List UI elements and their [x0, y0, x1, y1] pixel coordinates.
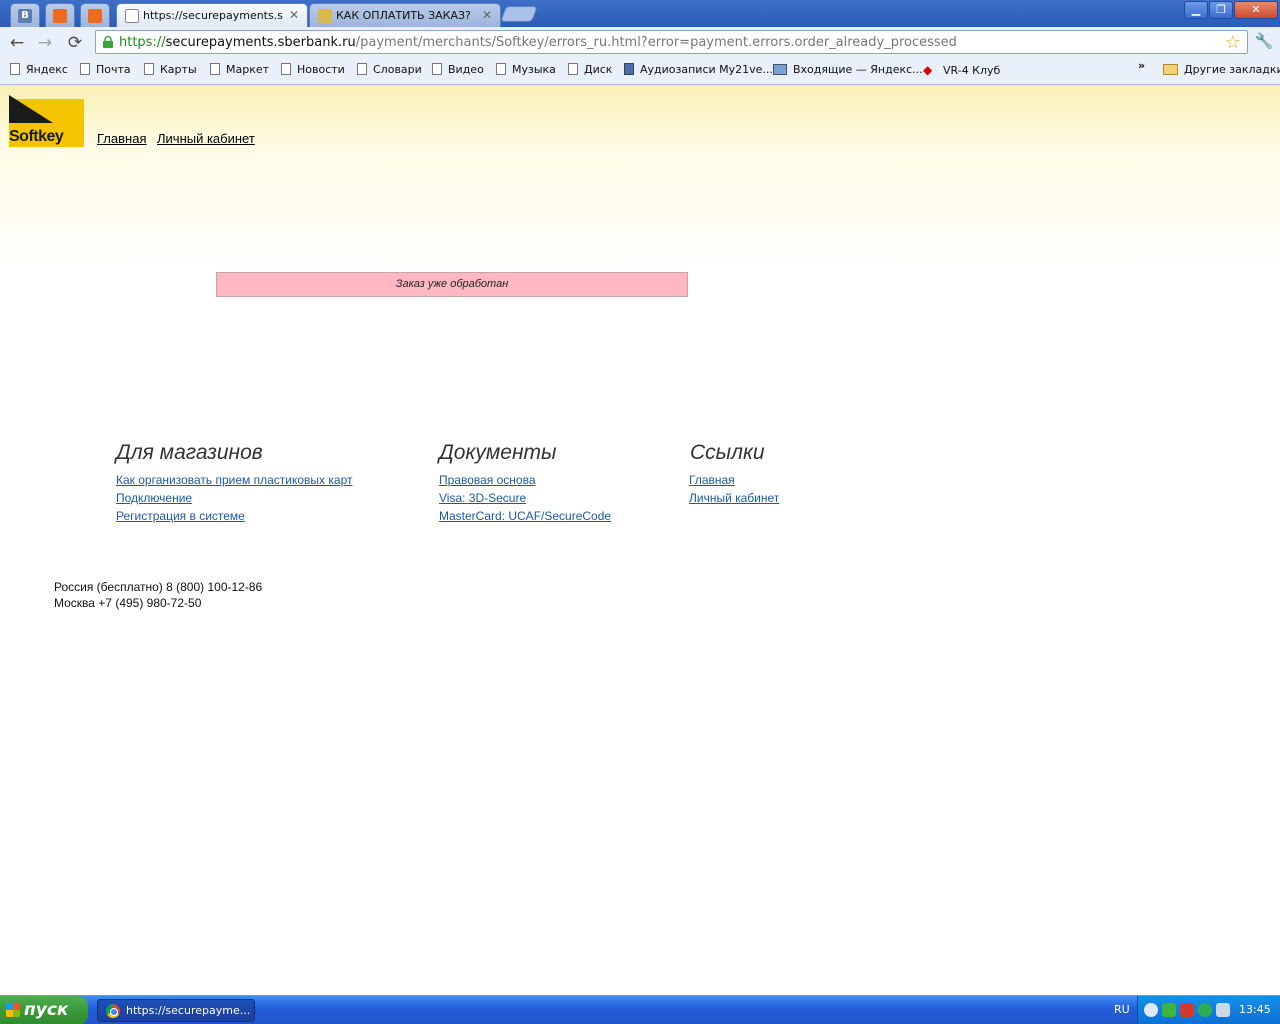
url-host: securepayments.sberbank.ru — [165, 35, 356, 50]
tab-pinned-vk[interactable]: B — [10, 3, 40, 27]
bookmark-item[interactable]: Видео — [432, 63, 484, 76]
bookmark-item[interactable]: Аудиозаписи My21ve... — [624, 63, 773, 76]
lock-icon — [103, 36, 113, 48]
network-icon[interactable] — [1198, 1003, 1212, 1017]
tab-pinned-music-1[interactable] — [45, 3, 75, 27]
antivirus-icon[interactable] — [1180, 1003, 1194, 1017]
bookmark-item[interactable]: Маркет — [210, 63, 269, 76]
play-icon — [624, 63, 634, 75]
page-icon — [432, 63, 442, 75]
tray-expand-icon[interactable] — [1144, 1003, 1158, 1017]
reload-button[interactable]: ⟳ — [64, 32, 86, 54]
start-button[interactable]: пуск — [0, 996, 88, 1024]
column-title-documents: Документы — [439, 441, 557, 464]
page-icon — [80, 63, 90, 75]
bookmark-item[interactable]: Новости — [281, 63, 345, 76]
link-home[interactable]: Главная — [689, 473, 735, 487]
mail-icon — [773, 64, 787, 75]
chrome-icon — [106, 1004, 120, 1018]
taskbar-item-chrome[interactable]: https://securepayme... — [97, 999, 255, 1022]
system-tray: 13:45 — [1137, 996, 1280, 1024]
column-title-shops: Для магазинов — [116, 441, 263, 464]
clock: 13:45 — [1239, 1003, 1271, 1016]
close-tab-icon[interactable]: ✕ — [482, 8, 492, 22]
phone-moscow: Москва +7 (495) 980-72-50 — [54, 596, 202, 610]
link-registration[interactable]: Регистрация в системе — [116, 509, 245, 523]
tab-strip: B https://securepayments.sber ✕ КАК ОПЛА… — [0, 0, 1280, 28]
svg-text:Softkey: Softkey — [9, 128, 64, 145]
page-icon — [357, 63, 367, 75]
wrench-menu-icon[interactable]: 🔧 — [1253, 32, 1275, 54]
language-indicator[interactable]: RU — [1114, 1003, 1130, 1016]
error-message-box: Заказ уже обработан — [216, 272, 688, 297]
minimize-button[interactable]: ▁ — [1184, 1, 1208, 19]
close-tab-icon[interactable]: ✕ — [289, 8, 299, 22]
windows-flag-icon — [6, 1003, 20, 1017]
taskbar-item-label: https://securepayme... — [126, 1004, 251, 1017]
bookmarks-overflow-button[interactable]: » — [1138, 59, 1145, 72]
volume-icon[interactable] — [1216, 1003, 1230, 1017]
bookmark-item[interactable]: Словари — [357, 63, 422, 76]
bookmarks-bar: Яндекс Почта Карты Маркет Новости Словар… — [0, 58, 1280, 84]
tab-title: https://securepayments.sber — [143, 9, 283, 22]
tab-securepayments[interactable]: https://securepayments.sber ✕ — [116, 3, 308, 28]
softkey-logo[interactable]: Softkey — [9, 95, 84, 147]
bookmark-item[interactable]: ◆ VR-4 Клуб — [923, 63, 1000, 77]
close-window-button[interactable]: ✕ — [1234, 1, 1278, 19]
taskbar: пуск https://securepayme... RU 13:45 — [0, 995, 1280, 1024]
back-button[interactable]: ← — [6, 32, 28, 54]
bookmark-item[interactable]: Музыка — [496, 63, 556, 76]
address-bar[interactable]: https://securepayments.sberbank.ru/payme… — [95, 30, 1248, 54]
tab-how-to-pay[interactable]: КАК ОПЛАТИТЬ ЗАКАЗ? ✕ — [309, 3, 501, 27]
page-icon — [144, 63, 154, 75]
link-connection[interactable]: Подключение — [116, 491, 192, 505]
bookmark-item[interactable]: Диск — [568, 63, 612, 76]
page-icon — [10, 63, 20, 75]
column-title-links: Ссылки — [690, 441, 765, 464]
header-link-home[interactable]: Главная — [97, 131, 146, 146]
page-icon — [125, 9, 139, 23]
money-icon — [318, 9, 332, 23]
tab-title: КАК ОПЛАТИТЬ ЗАКАЗ? — [336, 9, 471, 22]
page-icon — [496, 63, 506, 75]
folder-icon — [1163, 64, 1178, 75]
page-icon — [568, 63, 578, 75]
link-mastercard-securecode[interactable]: MasterCard: UCAF/SecureCode — [439, 509, 611, 523]
tab-pinned-music-2[interactable] — [80, 3, 110, 27]
bookmark-item[interactable]: Входящие — Яндекс... — [773, 63, 923, 76]
link-how-to-accept-cards[interactable]: Как организовать прием пластиковых карт — [116, 473, 352, 487]
page-content: Softkey Главная Личный кабинет Заказ уже… — [0, 85, 1280, 995]
browser-chrome: B https://securepayments.sber ✕ КАК ОПЛА… — [0, 0, 1280, 85]
start-label: пуск — [24, 1000, 69, 1020]
url-path: /payment/merchants/Softkey/errors_ru.htm… — [355, 35, 957, 50]
other-bookmarks-folder[interactable]: Другие закладки — [1163, 63, 1280, 76]
page-icon — [210, 63, 220, 75]
music-orange-icon — [88, 9, 102, 23]
restore-button[interactable]: ❐ — [1209, 1, 1233, 19]
bookmark-star-icon[interactable]: ☆ — [1225, 32, 1241, 53]
phone-russia: Россия (бесплатно) 8 (800) 100-12-86 — [54, 580, 263, 594]
vk-icon: B — [18, 9, 32, 23]
header-link-account[interactable]: Личный кабинет — [157, 131, 255, 146]
link-visa-3d-secure[interactable]: Visa: 3D-Secure — [439, 491, 526, 505]
forward-button[interactable]: → — [34, 32, 56, 54]
bookmark-item[interactable]: Яндекс — [10, 63, 68, 76]
music-orange-icon — [53, 9, 67, 23]
link-legal-basis[interactable]: Правовая основа — [439, 473, 536, 487]
bookmark-item[interactable]: Почта — [80, 63, 131, 76]
page-icon — [281, 63, 291, 75]
url-text: https://securepayments.sberbank.ru/payme… — [119, 35, 957, 50]
error-message: Заказ уже обработан — [395, 278, 509, 290]
mitsubishi-icon: ◆ — [923, 63, 933, 77]
browser-toolbar: ← → ⟳ https://securepayments.sberbank.ru… — [0, 27, 1280, 58]
bookmark-item[interactable]: Карты — [144, 63, 197, 76]
link-personal-account[interactable]: Личный кабинет — [689, 491, 779, 505]
new-tab-button[interactable] — [500, 6, 538, 22]
url-scheme: https:// — [119, 35, 166, 50]
download-arrow-icon[interactable] — [1162, 1003, 1176, 1017]
